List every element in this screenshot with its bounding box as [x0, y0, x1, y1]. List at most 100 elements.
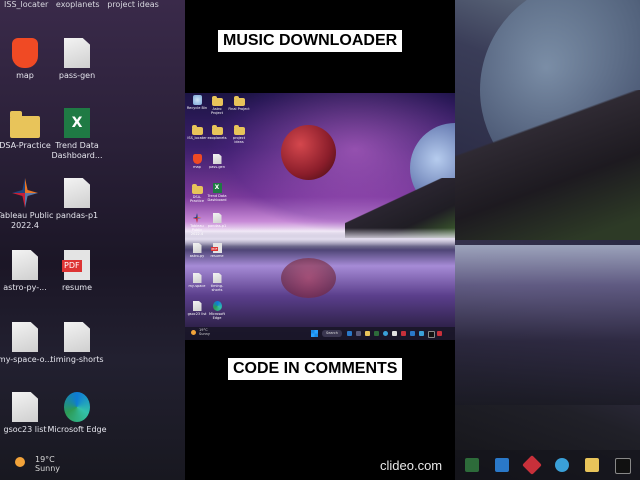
- folder-icon: [191, 125, 203, 135]
- desktop-icon-label: exoplanets: [207, 136, 227, 140]
- pdf-icon: [62, 250, 90, 280]
- document-icon: [192, 301, 202, 311]
- bg-icon-label: timing-shorts: [50, 355, 104, 364]
- bg-icon-label: my-space-o...: [0, 355, 53, 364]
- bg-icon-label: DSA-Practice: [0, 141, 51, 150]
- watermark: clideo.com: [380, 458, 443, 473]
- bg-icon-pandas: pandas-p1: [47, 178, 107, 221]
- mountain-shape: [455, 90, 640, 240]
- desktop-icon[interactable]: timing-shorts: [206, 273, 228, 292]
- document-icon: [12, 250, 38, 280]
- taskbar-search[interactable]: Search: [322, 330, 342, 337]
- bg-title-item: project ideas: [107, 0, 159, 9]
- desktop-icon-label: astro-py: [189, 254, 205, 258]
- desktop-icon[interactable]: Final Project: [228, 95, 250, 111]
- desktop-icon[interactable]: DSA-Practice: [186, 183, 208, 203]
- desktop-icon[interactable]: astro-py: [186, 243, 208, 258]
- vscode-icon[interactable]: [410, 331, 415, 336]
- bg-weather-condition: Sunny: [35, 464, 61, 473]
- document-icon: [12, 392, 38, 422]
- desktop-icon[interactable]: my-space: [186, 273, 208, 288]
- bg-icon-label: resume: [62, 283, 92, 292]
- app-icon: [465, 458, 479, 472]
- bg-icon-edge: Microsoft Edge: [47, 392, 107, 435]
- desktop-icon[interactable]: project ideas: [228, 124, 250, 144]
- folder-icon: [233, 96, 245, 106]
- desktop-icon-label: gsoc23 list: [187, 312, 207, 316]
- taskbar-app-icon[interactable]: [356, 331, 361, 336]
- desktop-icon[interactable]: Recycle Bin: [186, 95, 208, 110]
- desktop-icon-label: ISS_locater: [187, 136, 207, 140]
- bg-icon-trend-data: X Trend Data Dashboard...: [47, 108, 107, 161]
- background-title-row: ISS_locater exoplanets project ideas: [4, 0, 184, 12]
- pdf-icon: [210, 243, 222, 253]
- taskbar: 19°C Sunny Search: [185, 327, 455, 340]
- desktop-icon[interactable]: pandas-p1: [206, 213, 228, 228]
- folder-icon: [585, 458, 599, 472]
- bg-icon-label: map: [16, 71, 34, 80]
- bg-icon-label: pass-gen: [58, 71, 96, 80]
- desktop-icon[interactable]: resume: [206, 243, 228, 258]
- document-icon: [212, 213, 222, 223]
- desktop-icon-label: map: [193, 165, 201, 169]
- brave-icon: [12, 38, 38, 68]
- brave-icon: [192, 154, 202, 164]
- tableau-icon: [12, 178, 38, 208]
- planet-reflection: [281, 258, 336, 298]
- blurred-background-left: ISS_locater exoplanets project ideas map…: [0, 0, 185, 480]
- bg-icon-label: astro-py-...: [3, 283, 47, 292]
- document-icon: [64, 38, 90, 68]
- sun-icon: [15, 457, 25, 467]
- taskbar-app-icon[interactable]: [401, 331, 406, 336]
- folder-icon[interactable]: [365, 331, 370, 336]
- desktop-icon[interactable]: Tableau Public 2022.4: [186, 213, 208, 236]
- bg-icon-timing-shorts: timing-shorts: [47, 322, 107, 365]
- desktop-icon[interactable]: gsoc23 list: [186, 301, 208, 316]
- document-icon: [64, 178, 90, 208]
- taskbar-app-icon[interactable]: [437, 331, 442, 336]
- desktop-icon[interactable]: Astro Project: [206, 95, 228, 115]
- edge-icon: [64, 392, 90, 422]
- desktop-icon[interactable]: Microsoft Edge: [206, 301, 228, 320]
- desktop-screenshot: Recycle Bin Astro Project Final Project …: [185, 93, 455, 340]
- bg-title-item: ISS_locater: [4, 0, 49, 9]
- video-frame: MUSIC DOWNLOADER Recycle Bin Astro Proje…: [185, 0, 455, 480]
- bg-icon-pass-gen: pass-gen: [47, 38, 107, 81]
- bg-icon-label: gsoc23 list: [3, 425, 47, 434]
- windows-start-icon[interactable]: [311, 330, 318, 337]
- desktop-icon-label: Final Project: [228, 107, 250, 111]
- desktop-icon-label: Microsoft Edge: [209, 312, 225, 320]
- desktop-icon[interactable]: pass-gen: [206, 154, 228, 169]
- desktop-icon-label: timing-shorts: [210, 284, 224, 292]
- excel-icon: X: [212, 183, 222, 193]
- desktop-icon-label: pandas-p1: [207, 224, 227, 228]
- bg-title-item: exoplanets: [55, 0, 100, 9]
- folder-icon: [233, 125, 245, 135]
- folder-icon: [211, 125, 223, 135]
- desktop-icon-label: DSA-Practice: [190, 195, 204, 203]
- desktop-icon-label: Astro Project: [211, 107, 223, 115]
- blurred-background-right: [455, 0, 640, 480]
- ruby-icon: [522, 455, 542, 475]
- taskbar-app-icon[interactable]: [374, 331, 379, 336]
- document-icon: [192, 273, 202, 283]
- desktop-icon[interactable]: ISS_locater: [186, 124, 208, 140]
- desktop-icon[interactable]: X Trend Data Dashboard: [206, 183, 228, 202]
- desktop-icon[interactable]: map: [186, 154, 208, 169]
- terminal-icon[interactable]: [428, 331, 435, 338]
- document-icon: [192, 243, 202, 253]
- terminal-icon: [615, 458, 631, 474]
- edge-icon: [555, 458, 569, 472]
- folder-icon: [211, 96, 223, 106]
- taskbar-weather[interactable]: 19°C Sunny: [199, 328, 210, 336]
- subtitle-caption: CODE IN COMMENTS: [228, 358, 403, 380]
- desktop-icon-label: resume: [210, 254, 224, 258]
- edge-icon[interactable]: [383, 331, 388, 336]
- bg-icon-label: Tableau Public 2022.4: [0, 211, 54, 230]
- taskbar-app-icon[interactable]: [419, 331, 424, 336]
- taskbar-app-icon[interactable]: [347, 331, 352, 336]
- taskbar-app-icon[interactable]: [392, 331, 397, 336]
- bg-weather-widget: 19°C Sunny: [15, 455, 60, 473]
- taskbar-weather-condition: Sunny: [199, 332, 210, 336]
- desktop-icon[interactable]: exoplanets: [206, 124, 228, 140]
